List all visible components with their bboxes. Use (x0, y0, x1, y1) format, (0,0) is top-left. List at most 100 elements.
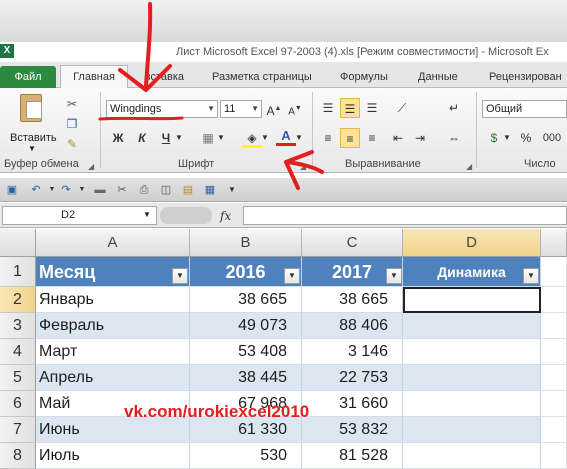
cell-2016[interactable]: 53 408 (190, 339, 302, 365)
redo-dropdown-icon[interactable]: ▼ (74, 182, 90, 198)
grow-font-icon[interactable]: A▲ (264, 99, 284, 119)
table-header-dynamics[interactable]: Динамика (403, 257, 541, 287)
cell-2017[interactable]: 88 406 (302, 313, 403, 339)
fill-color-icon[interactable]: ◈ (242, 128, 262, 148)
empty-cell[interactable] (541, 443, 567, 469)
align-center-icon[interactable]: ≡ (340, 128, 360, 148)
tab-home[interactable]: Главная (60, 65, 128, 89)
cell-2017[interactable]: 53 832 (302, 417, 403, 443)
borders-icon[interactable]: ▦ (198, 128, 218, 148)
cell-2017[interactable]: 38 665 (302, 287, 403, 313)
paste-button[interactable]: Вставить ▼ (6, 92, 57, 153)
orientation-icon[interactable]: ⟋ (392, 98, 412, 118)
tab-page-layout[interactable]: Разметка страницы (212, 66, 312, 88)
empty-cell[interactable] (541, 257, 567, 287)
currency-icon[interactable]: $ (484, 128, 504, 148)
font-color-button[interactable]: A (276, 126, 296, 146)
borders-dropdown-icon[interactable]: ▼ (216, 128, 226, 148)
open-icon[interactable]: ▬ (92, 182, 108, 198)
row-header[interactable]: 6 (0, 391, 36, 417)
align-middle-icon[interactable]: ☰ (340, 98, 360, 118)
redo-icon[interactable]: ↷ (58, 182, 74, 198)
customize-qat-icon[interactable]: ▼ (224, 182, 240, 198)
cell-month[interactable]: Январь (36, 287, 190, 313)
filter-dropdown-icon[interactable]: ▼ (172, 268, 188, 284)
cell-month[interactable]: Февраль (36, 313, 190, 339)
row-header[interactable]: 5 (0, 365, 36, 391)
cell-dynamics[interactable] (403, 391, 541, 417)
align-top-icon[interactable]: ☰ (318, 98, 338, 118)
copy-icon[interactable]: ❐ (62, 114, 82, 134)
empty-cell[interactable] (541, 391, 567, 417)
excel-app-icon[interactable]: X (0, 44, 14, 58)
number-format-select[interactable]: Общий (482, 100, 567, 118)
font-name-select[interactable]: Wingdings ▼ (106, 100, 218, 118)
tab-file[interactable]: Файл (0, 66, 56, 88)
formula-input[interactable] (243, 206, 567, 225)
format-painter-icon[interactable]: ✎ (62, 134, 82, 154)
paste-icon[interactable]: ▤ (180, 182, 196, 198)
column-header-a[interactable]: A (36, 229, 190, 257)
empty-cell[interactable] (541, 339, 567, 365)
filter-dropdown-icon[interactable]: ▼ (284, 268, 300, 284)
save-icon[interactable]: ▣ (4, 182, 20, 198)
merge-center-icon[interactable]: ⇔ (444, 128, 464, 148)
row-header[interactable]: 1 (0, 257, 36, 287)
cell-2017[interactable]: 81 528 (302, 443, 403, 469)
table-icon[interactable]: ▦ (202, 182, 218, 198)
tab-formulas[interactable]: Формулы (340, 66, 388, 88)
tab-insert[interactable]: вставка (134, 66, 184, 88)
row-header[interactable]: 3 (0, 313, 36, 339)
column-header-b[interactable]: B (190, 229, 302, 257)
tab-review[interactable]: Рецензирован (489, 66, 562, 88)
cell-2017[interactable]: 22 753 (302, 365, 403, 391)
decrease-indent-icon[interactable]: ⇤ (388, 128, 408, 148)
empty-cell[interactable] (541, 287, 567, 313)
cell-2016[interactable]: 38 445 (190, 365, 302, 391)
cut-icon[interactable]: ✂ (114, 182, 130, 198)
row-header[interactable]: 4 (0, 339, 36, 365)
cell-2016[interactable]: 530 (190, 443, 302, 469)
empty-cell[interactable] (541, 365, 567, 391)
cell-2017[interactable]: 31 660 (302, 391, 403, 417)
table-header-month[interactable]: Месяц (36, 257, 190, 287)
bold-button[interactable]: Ж (108, 128, 128, 148)
column-header-d[interactable]: D (403, 229, 541, 257)
font-dialog-launcher-icon[interactable]: ◢ (300, 162, 306, 171)
clipboard-dialog-launcher-icon[interactable]: ◢ (88, 162, 94, 171)
formula-collapse-handle[interactable] (160, 207, 212, 224)
wrap-text-icon[interactable]: ↵ (444, 98, 464, 118)
italic-button[interactable]: К (132, 128, 152, 148)
thousands-button[interactable]: 000 (538, 128, 566, 148)
percent-button[interactable]: % (516, 128, 536, 148)
alignment-dialog-launcher-icon[interactable]: ◢ (466, 162, 472, 171)
cell-dynamics[interactable] (403, 339, 541, 365)
row-header[interactable]: 2 (0, 287, 36, 313)
cell-dynamics[interactable] (403, 313, 541, 339)
increase-indent-icon[interactable]: ⇥ (410, 128, 430, 148)
cut-icon[interactable]: ✂ (62, 94, 82, 114)
filter-dropdown-icon[interactable]: ▼ (523, 268, 539, 284)
tab-data[interactable]: Данные (418, 66, 458, 88)
font-color-dropdown-icon[interactable]: ▼ (294, 128, 304, 148)
column-header-c[interactable]: C (302, 229, 403, 257)
fill-color-dropdown-icon[interactable]: ▼ (260, 128, 270, 148)
cell-month[interactable]: Июль (36, 443, 190, 469)
align-bottom-icon[interactable]: ☰ (362, 98, 382, 118)
cell-2017[interactable]: 3 146 (302, 339, 403, 365)
column-header-e[interactable] (541, 229, 567, 257)
chevron-down-icon[interactable]: ▼ (143, 210, 151, 219)
select-all-corner[interactable] (0, 229, 36, 257)
empty-cell[interactable] (541, 313, 567, 339)
cell-month[interactable]: Март (36, 339, 190, 365)
row-header[interactable]: 7 (0, 417, 36, 443)
filter-dropdown-icon[interactable]: ▼ (386, 268, 402, 284)
print-icon[interactable]: ⎙ (136, 182, 152, 198)
cell-2016[interactable]: 38 665 (190, 287, 302, 313)
undo-icon[interactable]: ↶ (28, 182, 44, 198)
name-box[interactable]: D2 (2, 206, 157, 225)
align-right-icon[interactable]: ≡ (362, 128, 382, 148)
row-header[interactable]: 8 (0, 443, 36, 469)
cell-month[interactable]: Апрель (36, 365, 190, 391)
currency-dropdown-icon[interactable]: ▼ (502, 128, 512, 148)
